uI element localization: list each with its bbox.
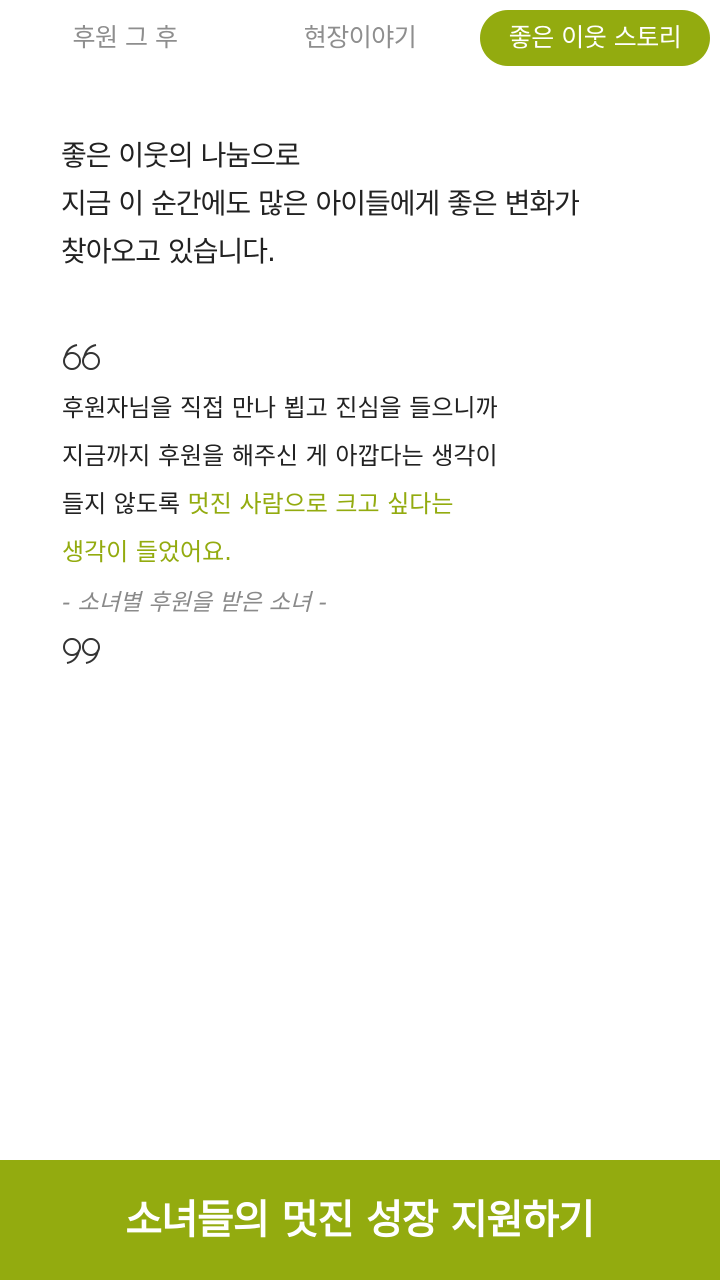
- tab-after-support[interactable]: 후원 그 후: [20, 10, 230, 66]
- tab-bar: 후원 그 후 현장이야기 좋은 이웃 스토리: [0, 0, 720, 76]
- open-quote-icon: [62, 344, 102, 372]
- testimonial-quote: 후원자님을 직접 만나 뵙고 진심을 들으니까 지금까지 후원을 해주신 게 아…: [62, 384, 682, 576]
- intro-line: 찾아오고 있습니다.: [61, 235, 276, 268]
- support-girls-button[interactable]: 소녀들의 멋진 성장 지원하기: [0, 1160, 720, 1280]
- tab-good-neighbor-story[interactable]: 좋은 이웃 스토리: [480, 10, 710, 66]
- intro-text: 좋은 이웃의 나눔으로 지금 이 순간에도 많은 아이들에게 좋은 변화가 찾아…: [61, 132, 681, 276]
- tab-field-stories[interactable]: 현장이야기: [255, 10, 465, 66]
- intro-line: 좋은 이웃의 나눔으로: [61, 139, 301, 172]
- quote-line: 후원자님을 직접 만나 뵙고 진심을 들으니까: [62, 394, 498, 422]
- intro-line: 지금 이 순간에도 많은 아이들에게 좋은 변화가: [61, 187, 580, 220]
- quote-attribution: - 소녀별 후원을 받은 소녀 -: [62, 590, 327, 616]
- close-quote-icon: [62, 636, 102, 664]
- quote-line: 들지 않도록 멋진 사람으로 크고 싶다는: [62, 480, 682, 528]
- quote-line: 지금까지 후원을 해주신 게 아깝다는 생각이: [62, 442, 498, 470]
- quote-highlight: 생각이 들었어요.: [62, 538, 232, 566]
- page: 후원 그 후 현장이야기 좋은 이웃 스토리 좋은 이웃의 나눔으로 지금 이 …: [0, 0, 720, 1280]
- quote-text: 들지 않도록: [62, 490, 188, 518]
- quote-highlight: 멋진 사람으로 크고 싶다는: [187, 490, 454, 518]
